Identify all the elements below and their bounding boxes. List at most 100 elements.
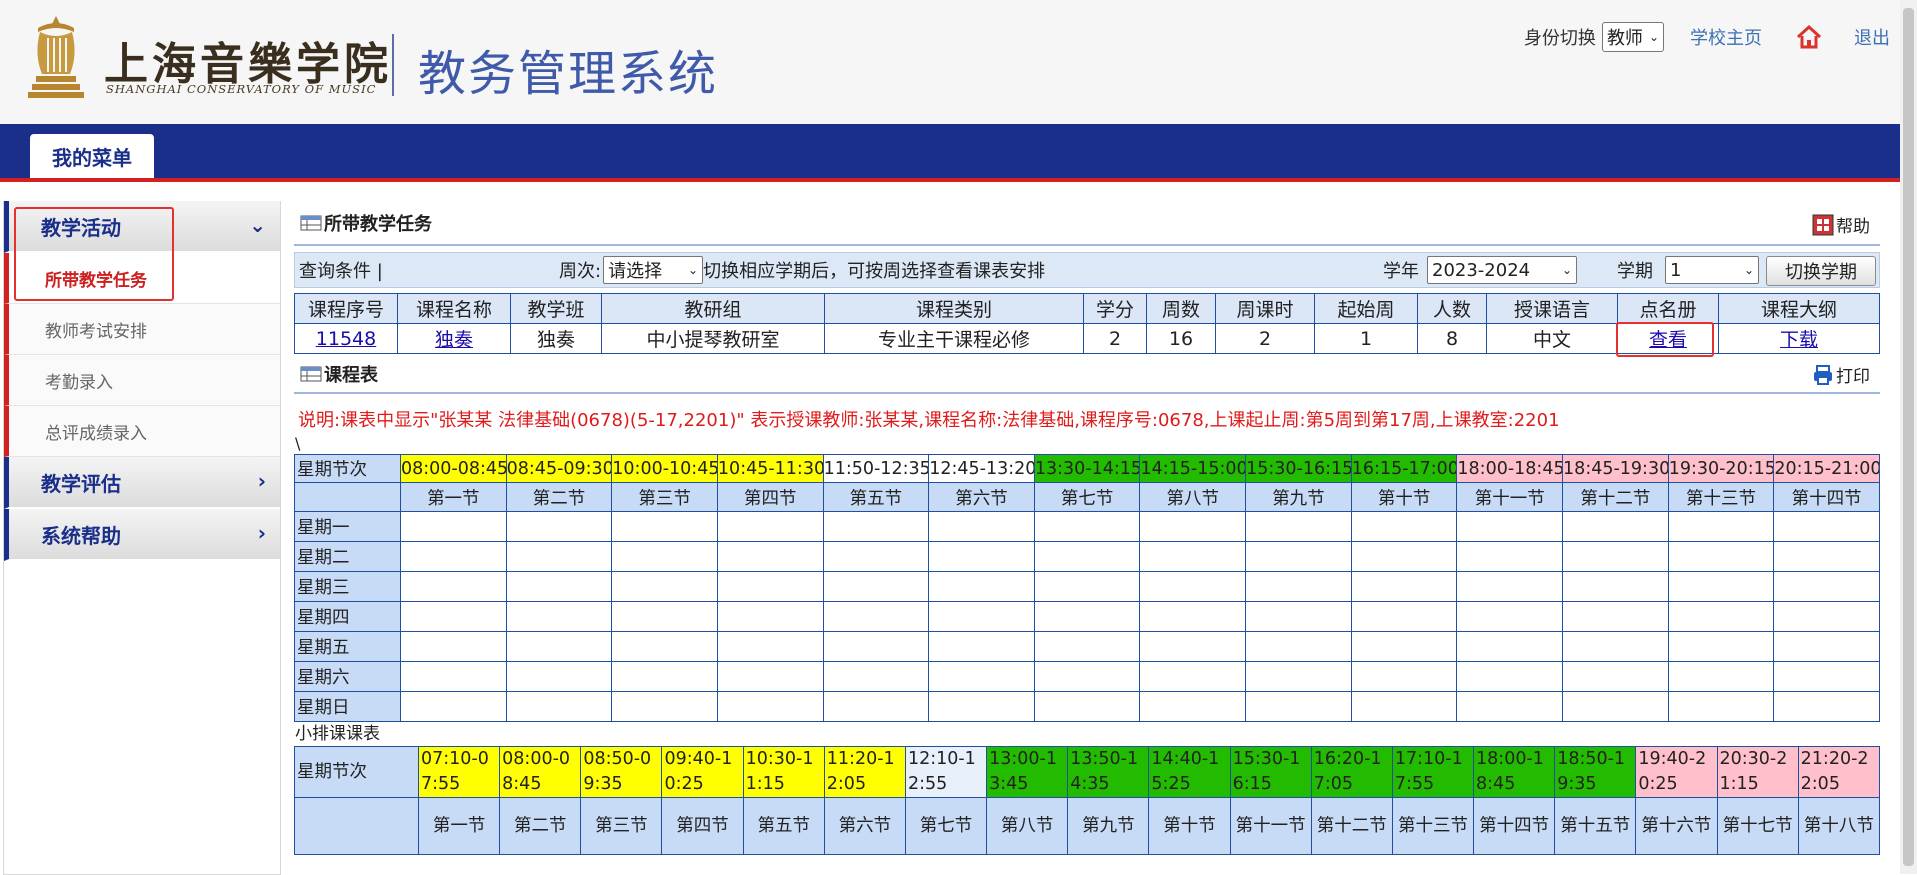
schedule-cell[interactable]: [1562, 541, 1669, 572]
schedule-cell[interactable]: [1456, 541, 1564, 572]
schedule-cell[interactable]: [822, 571, 930, 602]
schedule-cell[interactable]: [1245, 541, 1352, 572]
schedule-cell[interactable]: [1773, 631, 1880, 662]
scrollbar-thumb[interactable]: [1903, 8, 1914, 866]
schedule-cell[interactable]: [1773, 571, 1880, 602]
schedule-cell[interactable]: [1033, 601, 1141, 632]
schedule-cell[interactable]: [1033, 541, 1141, 572]
schedule-cell[interactable]: [1245, 511, 1352, 542]
schedule-cell[interactable]: [1667, 511, 1775, 542]
schedule-cell[interactable]: [505, 571, 613, 602]
schedule-cell[interactable]: [1456, 511, 1564, 542]
schedule-cell[interactable]: [1773, 511, 1880, 542]
schedule-cell[interactable]: [611, 541, 718, 572]
week-select[interactable]: 请选择 ⌄: [603, 256, 704, 284]
schedule-cell[interactable]: [611, 631, 718, 662]
schedule-cell[interactable]: [716, 691, 824, 722]
schedule-cell[interactable]: [1562, 601, 1669, 632]
schedule-cell[interactable]: [928, 511, 1035, 542]
schedule-cell[interactable]: [1245, 691, 1352, 722]
schedule-cell[interactable]: [1139, 541, 1247, 572]
course-name-link[interactable]: 独奏: [435, 329, 473, 351]
schedule-cell[interactable]: [611, 601, 718, 632]
schedule-cell[interactable]: [928, 601, 1035, 632]
schedule-cell[interactable]: [1245, 631, 1352, 662]
schedule-cell[interactable]: [1139, 691, 1247, 722]
schedule-cell[interactable]: [1562, 571, 1669, 602]
schedule-cell[interactable]: [611, 691, 718, 722]
sidebar-item-attendance[interactable]: 考勤录入: [4, 355, 280, 406]
schedule-cell[interactable]: [1350, 631, 1458, 662]
schedule-cell[interactable]: [611, 661, 718, 692]
schedule-cell[interactable]: [1667, 541, 1775, 572]
schedule-cell[interactable]: [1245, 571, 1352, 602]
schedule-cell[interactable]: [928, 631, 1035, 662]
tab-my-menu[interactable]: 我的菜单: [30, 134, 154, 178]
help-button[interactable]: 帮助: [1812, 212, 1870, 237]
schedule-cell[interactable]: [1773, 601, 1880, 632]
schedule-cell[interactable]: [1350, 541, 1458, 572]
schedule-cell[interactable]: [928, 691, 1035, 722]
schedule-cell[interactable]: [822, 691, 930, 722]
schedule-cell[interactable]: [1033, 661, 1141, 692]
vertical-scrollbar[interactable]: [1900, 0, 1917, 874]
sidebar-group-help[interactable]: 系统帮助 ›: [4, 509, 280, 561]
schedule-cell[interactable]: [822, 541, 930, 572]
schedule-cell[interactable]: [822, 511, 930, 542]
schedule-cell[interactable]: [400, 511, 507, 542]
schedule-cell[interactable]: [1350, 691, 1458, 722]
home-icon[interactable]: [1796, 24, 1822, 50]
schedule-cell[interactable]: [1456, 571, 1564, 602]
schedule-cell[interactable]: [1562, 631, 1669, 662]
school-home-link[interactable]: 学校主页: [1690, 24, 1762, 50]
sidebar-group-evaluation[interactable]: 教学评估 ›: [4, 457, 280, 509]
schedule-cell[interactable]: [928, 541, 1035, 572]
sidebar-item-final-grades[interactable]: 总评成绩录入: [4, 406, 280, 457]
year-select[interactable]: 2023-2024 ⌄: [1427, 256, 1577, 284]
schedule-cell[interactable]: [400, 571, 507, 602]
logout-link[interactable]: 退出: [1854, 24, 1890, 50]
schedule-cell[interactable]: [716, 601, 824, 632]
schedule-cell[interactable]: [400, 631, 507, 662]
schedule-cell[interactable]: [1456, 631, 1564, 662]
schedule-cell[interactable]: [1033, 691, 1141, 722]
schedule-cell[interactable]: [505, 601, 613, 632]
schedule-cell[interactable]: [1456, 691, 1564, 722]
schedule-cell[interactable]: [716, 541, 824, 572]
schedule-cell[interactable]: [928, 571, 1035, 602]
schedule-cell[interactable]: [822, 601, 930, 632]
schedule-cell[interactable]: [928, 661, 1035, 692]
schedule-cell[interactable]: [1350, 661, 1458, 692]
schedule-cell[interactable]: [1773, 661, 1880, 692]
schedule-cell[interactable]: [1667, 691, 1775, 722]
schedule-cell[interactable]: [1350, 571, 1458, 602]
schedule-cell[interactable]: [822, 661, 930, 692]
schedule-cell[interactable]: [1139, 571, 1247, 602]
schedule-cell[interactable]: [1245, 661, 1352, 692]
schedule-cell[interactable]: [1667, 601, 1775, 632]
schedule-cell[interactable]: [1139, 601, 1247, 632]
schedule-cell[interactable]: [1773, 541, 1880, 572]
term-select[interactable]: 1 ⌄: [1665, 256, 1759, 284]
schedule-cell[interactable]: [1245, 601, 1352, 632]
schedule-cell[interactable]: [1562, 511, 1669, 542]
schedule-cell[interactable]: [1667, 631, 1775, 662]
schedule-cell[interactable]: [1350, 601, 1458, 632]
schedule-cell[interactable]: [1562, 691, 1669, 722]
schedule-cell[interactable]: [400, 691, 507, 722]
schedule-cell[interactable]: [716, 661, 824, 692]
sidebar-item-exam-schedule[interactable]: 教师考试安排: [4, 304, 280, 355]
schedule-cell[interactable]: [611, 511, 718, 542]
schedule-cell[interactable]: [505, 691, 613, 722]
identity-select[interactable]: 教师 ⌄: [1601, 22, 1664, 52]
schedule-cell[interactable]: [1139, 631, 1247, 662]
schedule-cell[interactable]: [1033, 571, 1141, 602]
schedule-cell[interactable]: [400, 661, 507, 692]
schedule-cell[interactable]: [505, 541, 613, 572]
schedule-cell[interactable]: [1667, 661, 1775, 692]
print-button[interactable]: 打印: [1812, 362, 1870, 387]
schedule-cell[interactable]: [1139, 511, 1247, 542]
schedule-cell[interactable]: [505, 511, 613, 542]
switch-term-button[interactable]: 切换学期: [1766, 256, 1876, 286]
schedule-cell[interactable]: [1033, 511, 1141, 542]
